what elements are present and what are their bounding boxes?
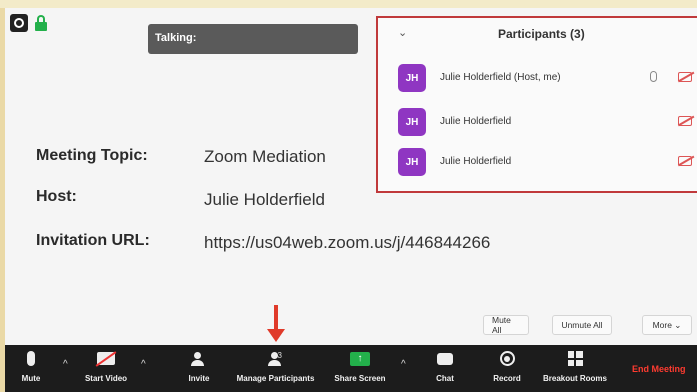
meeting-toolbar: Mute ^ Start Video ^ Invite 3 Manage Par…: [5, 345, 697, 392]
invite-button[interactable]: Invite: [181, 345, 217, 392]
record-icon: [499, 351, 515, 366]
avatar: JH: [398, 148, 426, 176]
talking-banner: Talking:: [148, 24, 358, 54]
audio-options-chevron-icon[interactable]: ^: [63, 359, 68, 370]
host-label: Host:: [36, 188, 77, 205]
video-off-icon[interactable]: [678, 116, 692, 126]
chat-label: Chat: [436, 374, 454, 383]
unmute-all-button[interactable]: Unmute All: [552, 315, 612, 335]
video-off-icon: [97, 352, 115, 365]
host-value: Julie Holderfield: [204, 190, 325, 209]
red-pointer-arrow: [267, 305, 285, 343]
record-label: Record: [493, 374, 521, 383]
chat-icon: [437, 352, 453, 365]
share-screen-label: Share Screen: [334, 374, 386, 383]
meeting-topic-value: Zoom Mediation: [204, 147, 326, 166]
invitation-url-value[interactable]: https://us04web.zoom.us/j/446844266: [204, 233, 490, 253]
end-meeting-button[interactable]: End Meeting: [632, 364, 686, 374]
video-off-icon[interactable]: [678, 156, 692, 166]
participant-row[interactable]: JH Julie Holderfield (Host, me): [398, 64, 697, 92]
share-screen-icon: ↑: [350, 351, 370, 366]
participants-header: ⌄ Participants (3): [378, 18, 697, 48]
start-video-label: Start Video: [84, 374, 128, 383]
participants-panel: ⌄ Participants (3) JH Julie Holderfield …: [376, 16, 697, 193]
invitation-url-label: Invitation URL:: [36, 232, 150, 249]
share-options-chevron-icon[interactable]: ^: [401, 359, 406, 370]
video-off-icon[interactable]: [678, 72, 692, 82]
participant-row[interactable]: JH Julie Holderfield: [398, 108, 697, 136]
breakout-rooms-icon: [567, 351, 583, 366]
mute-all-button[interactable]: Mute All: [483, 315, 529, 335]
mic-icon[interactable]: [650, 71, 657, 82]
breakout-rooms-button[interactable]: Breakout Rooms: [535, 345, 615, 392]
collapse-chevron-icon[interactable]: ⌄: [398, 26, 407, 39]
participant-name: Julie Holderfield: [440, 156, 512, 167]
participant-count-badge: 3: [277, 351, 282, 360]
add-person-icon: [191, 351, 207, 366]
encryption-lock-icon[interactable]: [34, 15, 48, 31]
video-options-chevron-icon[interactable]: ^: [141, 359, 146, 370]
manage-participants-button[interactable]: 3 Manage Participants: [228, 345, 323, 392]
participant-row[interactable]: JH Julie Holderfield: [398, 148, 697, 176]
top-status-icons: [10, 14, 48, 32]
start-video-button[interactable]: Start Video: [77, 345, 135, 392]
share-screen-button[interactable]: ↑ Share Screen: [329, 345, 391, 392]
avatar: JH: [398, 108, 426, 136]
manage-participants-label: Manage Participants: [236, 374, 315, 383]
invite-label: Invite: [188, 374, 210, 383]
chat-button[interactable]: Chat: [430, 345, 460, 392]
more-button[interactable]: More ⌄: [642, 315, 692, 335]
microphone-icon: [27, 351, 35, 366]
participant-name: Julie Holderfield: [440, 116, 512, 127]
mute-label: Mute: [21, 374, 41, 383]
avatar: JH: [398, 64, 426, 92]
meeting-topic-label: Meeting Topic:: [36, 147, 148, 164]
participants-title: Participants (3): [498, 27, 585, 41]
participant-name: Julie Holderfield (Host, me): [440, 72, 561, 83]
meeting-info-icon[interactable]: [10, 14, 28, 32]
record-button[interactable]: Record: [487, 345, 527, 392]
mute-button[interactable]: Mute: [13, 345, 49, 392]
breakout-rooms-label: Breakout Rooms: [542, 374, 607, 383]
